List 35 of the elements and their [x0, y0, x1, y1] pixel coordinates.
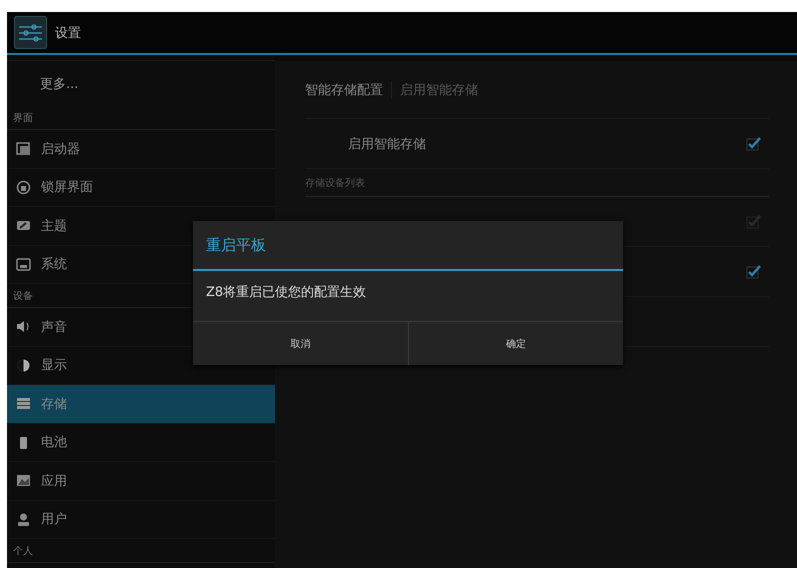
action-bar-title: 设置: [55, 24, 81, 42]
checkbox[interactable]: [746, 264, 761, 279]
sidebar-item-label: 显示: [41, 357, 67, 374]
section-header: 个人: [7, 539, 275, 563]
section-header: 界面: [7, 106, 275, 130]
list-icon: [16, 396, 31, 412]
user-icon: [16, 512, 31, 527]
dialog-button[interactable]: 确定: [408, 322, 623, 365]
lock-icon: [16, 180, 31, 195]
settings-sliders-icon[interactable]: [14, 16, 47, 49]
window-icon: [16, 256, 31, 272]
sidebar-item-label: 启动器: [41, 140, 80, 158]
sidebar-item[interactable]: 启动器: [7, 130, 275, 168]
sidebar-item-label: 应用: [41, 472, 67, 490]
launcher-icon: [16, 141, 31, 156]
sidebar-item[interactable]: 用户: [7, 500, 275, 539]
checkbox[interactable]: [746, 136, 761, 151]
dialog-title: 重启平板: [193, 221, 623, 271]
sidebar-item[interactable]: 存储: [7, 385, 275, 424]
dialog-button[interactable]: 取消: [193, 322, 408, 365]
sidebar-item-label: 主题: [41, 218, 67, 235]
sidebar-item[interactable]: 锁屏界面: [7, 168, 275, 207]
sidebar-item[interactable]: 电池: [7, 424, 275, 462]
breadcrumb-item[interactable]: 智能存储配置: [305, 80, 383, 98]
setting-label: 启用智能存储: [348, 136, 426, 152]
sidebar-item-label: 系统: [41, 256, 67, 274]
sidebar-item[interactable]: 应用: [7, 462, 275, 500]
sidebar-item-label: 锁屏界面: [41, 179, 93, 196]
sidebar-item-label: 用户: [41, 511, 67, 528]
contrast-icon: [16, 358, 31, 373]
section-header: 存储设备列表: [305, 169, 769, 197]
sidebar-item-label: 存储: [41, 396, 67, 413]
speaker-icon: [16, 319, 31, 334]
sidebar-item-label: 电池: [41, 434, 67, 452]
sidebar-item-label: 声音: [41, 318, 67, 336]
